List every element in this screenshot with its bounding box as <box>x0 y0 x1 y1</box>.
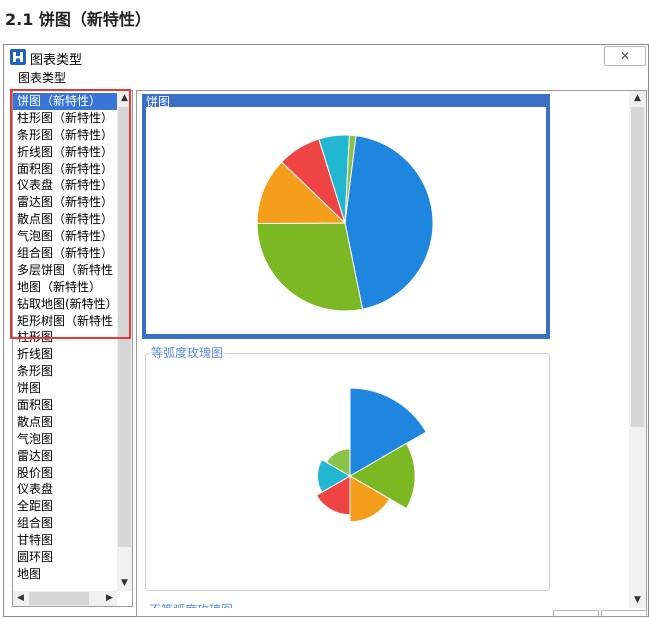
section-heading: 2.1 饼图（新特性） <box>5 10 151 29</box>
list-horizontal-scrollbar[interactable]: ◀ ▶ <box>13 591 117 606</box>
close-icon: ✕ <box>619 49 631 63</box>
pie-preview-card[interactable]: 饼图 <box>142 94 550 339</box>
app-logo-icon <box>10 49 26 65</box>
chart-preview-panel: 饼图 等弧度玫瑰图 不等弧度玫瑰图 ▲ ▼ <box>136 90 647 617</box>
dialog-title: 图表类型 <box>30 53 83 68</box>
list-hscroll-thumb[interactable] <box>29 592 89 605</box>
chart-type-list-item[interactable]: 饼图 <box>13 380 117 397</box>
rose-preview-card[interactable] <box>145 353 550 591</box>
chart-type-list-item[interactable]: 气泡图 <box>13 431 117 448</box>
unequal-rose-preview-label: 不等弧度玫瑰图 <box>149 601 233 608</box>
pie-preview-area <box>146 107 546 334</box>
chart-type-list-item[interactable]: 组合图 <box>13 515 117 532</box>
chart-type-list-item[interactable]: 甘特图 <box>13 532 117 549</box>
chart-type-group-label: 图表类型 <box>18 71 67 83</box>
rose-chart-preview <box>315 387 427 523</box>
chart-type-list-item[interactable]: 地图 <box>13 566 117 583</box>
chart-type-list-item[interactable]: 圆环图 <box>13 549 117 566</box>
chevron-left-icon[interactable]: ◀ <box>13 591 28 606</box>
chart-type-list-item[interactable]: 散点图 <box>13 414 117 431</box>
close-button[interactable]: ✕ <box>604 46 646 66</box>
chart-type-list-item[interactable]: 雷达图 <box>13 448 117 465</box>
pie-slice <box>344 134 434 310</box>
chart-type-list-item[interactable]: 面积图 <box>13 397 117 414</box>
chevron-up-icon[interactable]: ▲ <box>630 91 645 106</box>
chevron-right-icon[interactable]: ▶ <box>102 591 117 606</box>
dialog-buttons <box>553 610 647 618</box>
preview-vertical-scrollbar[interactable]: ▲ ▼ <box>629 91 646 608</box>
chart-type-list-item[interactable]: 条形图 <box>13 363 117 380</box>
rose-preview-label: 等弧度玫瑰图 <box>149 344 226 361</box>
chart-type-list-item[interactable]: 股价图 <box>13 465 117 482</box>
pie-chart-preview <box>256 134 434 312</box>
chevron-down-icon[interactable]: ▼ <box>630 593 645 608</box>
chart-type-list-item[interactable]: 折线图 <box>13 346 117 363</box>
new-feature-highlight <box>10 89 131 339</box>
preview-scroll-thumb[interactable] <box>631 107 644 427</box>
dialog-titlebar: 图表类型 ✕ <box>4 45 648 69</box>
chart-type-list-item[interactable]: 全距图 <box>13 498 117 515</box>
chart-type-list-item[interactable]: 仪表盘 <box>13 481 117 498</box>
pie-slice <box>256 222 364 312</box>
chevron-down-icon[interactable]: ▼ <box>117 576 132 591</box>
